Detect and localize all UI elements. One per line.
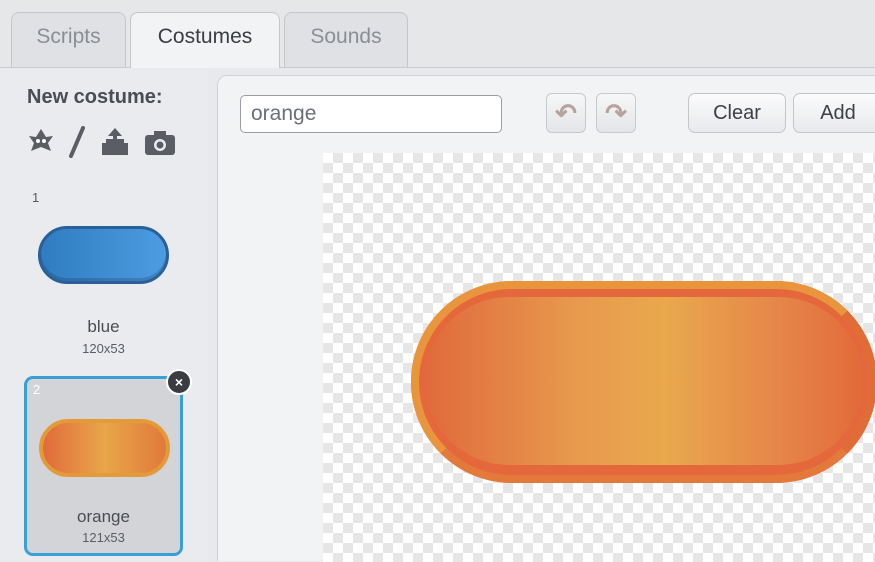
costume-name: blue (87, 317, 120, 336)
costume-number: 1 (32, 190, 40, 205)
costume-item-orange[interactable]: 2 × orange 121x53 (24, 369, 192, 556)
tab-scripts[interactable]: Scripts (11, 12, 126, 67)
costume-thumbnail (39, 419, 170, 477)
undo-button[interactable]: ↶ (546, 93, 586, 133)
tab-sounds[interactable]: Sounds (284, 12, 408, 67)
new-costume-icons (28, 126, 176, 163)
costume-item-blue[interactable]: 1 blue 120x53 (24, 186, 183, 366)
orange-button-shape (411, 281, 875, 483)
redo-button[interactable]: ↷ (596, 93, 636, 133)
costume-thumbnail (38, 226, 169, 284)
drawing-canvas[interactable] (323, 153, 875, 562)
new-costume-title: New costume: (27, 86, 163, 108)
clear-button[interactable]: Clear (688, 93, 786, 133)
redo-icon: ↷ (605, 97, 627, 128)
tab-bar: Scripts Costumes Sounds (0, 0, 875, 68)
costume-name-input[interactable] (240, 95, 502, 133)
costume-size: 121x53 (82, 530, 125, 545)
paint-brush-icon[interactable] (68, 126, 86, 163)
costume-list-pane: New costume: 1 blue 120x53 2 × orange 12… (0, 68, 208, 561)
paint-editor: ↶ ↷ Clear Add (217, 75, 875, 562)
costume-name: orange (77, 507, 130, 526)
orange-button-rim (411, 281, 875, 483)
tab-costumes[interactable]: Costumes (130, 12, 280, 68)
costume-number: 2 (33, 382, 41, 397)
camera-icon[interactable] (144, 128, 176, 161)
undo-icon: ↶ (555, 97, 577, 128)
sprite-library-icon[interactable] (28, 127, 54, 162)
add-button[interactable]: Add (793, 93, 875, 133)
delete-costume-icon[interactable]: × (166, 369, 192, 395)
upload-icon[interactable] (100, 127, 130, 162)
costume-size: 120x53 (82, 341, 125, 356)
